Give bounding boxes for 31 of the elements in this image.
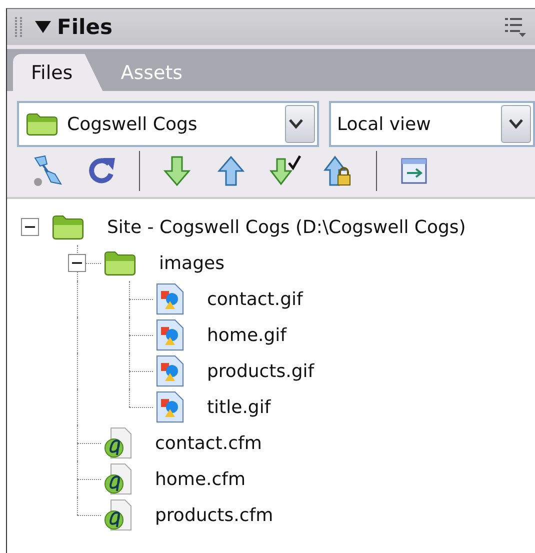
cfm-file-icon xyxy=(103,463,133,495)
tree-item[interactable]: contact.cfm xyxy=(155,432,262,454)
cfm-file-icon xyxy=(103,427,133,459)
collapse-triangle-icon[interactable] xyxy=(35,21,51,33)
collapse-toggle[interactable] xyxy=(68,254,86,272)
folder-icon xyxy=(103,249,137,277)
tree-item[interactable]: products.cfm xyxy=(155,504,274,526)
tree-item[interactable]: images xyxy=(159,252,224,274)
tree-item[interactable]: Site - Cogswell Cogs (D:\Cogswell Cogs) xyxy=(107,216,466,238)
tree-item[interactable]: contact.gif xyxy=(207,288,303,310)
grip-icon[interactable] xyxy=(15,16,23,38)
panel-tab[interactable]: Files xyxy=(13,54,103,91)
image-file-icon xyxy=(155,391,185,423)
site-name: Cogswell Cogs xyxy=(67,114,198,134)
folder-icon xyxy=(25,112,59,136)
options-menu-icon[interactable] xyxy=(503,16,527,38)
image-file-icon xyxy=(155,283,185,315)
tree-item[interactable]: products.gif xyxy=(207,360,314,382)
tree-item[interactable]: home.cfm xyxy=(155,468,246,490)
view-dropdown[interactable]: Local view xyxy=(329,101,535,147)
tree-item[interactable]: home.gif xyxy=(207,324,287,346)
tree-item[interactable]: title.gif xyxy=(207,396,271,418)
site-dropdown[interactable]: Cogswell Cogs xyxy=(17,101,319,147)
collapse-toggle[interactable] xyxy=(21,218,39,236)
image-file-icon xyxy=(155,319,185,351)
down-arrow-check-icon[interactable] xyxy=(268,154,302,188)
image-file-icon xyxy=(155,355,185,387)
folder-icon xyxy=(51,213,85,241)
view-mode: Local view xyxy=(337,114,432,134)
panel-title: Files xyxy=(57,15,114,39)
cfm-file-icon xyxy=(103,499,133,531)
